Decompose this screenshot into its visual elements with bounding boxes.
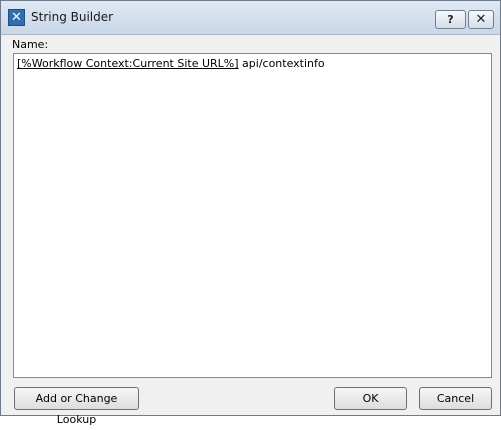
close-button[interactable]: ✕ bbox=[468, 10, 494, 29]
literal-text: api/contextinfo bbox=[238, 57, 325, 70]
lookup-token[interactable]: [%Workflow Context:Current Site URL%] bbox=[17, 57, 239, 70]
string-builder-app-icon: ✕ bbox=[8, 9, 25, 26]
string-builder-dialog: ✕ String Builder ? ✕ Name: [%Workflow Co… bbox=[0, 0, 501, 426]
add-or-change-lookup-button[interactable]: Add or Change Lookup bbox=[14, 387, 139, 426]
window-title: String Builder bbox=[31, 10, 114, 24]
ok-button[interactable]: OK bbox=[334, 387, 407, 410]
cancel-button[interactable]: Cancel bbox=[419, 387, 492, 410]
editor-content: [%Workflow Context:Current Site URL%] ap… bbox=[17, 57, 325, 70]
title-bar: ✕ String Builder ? ✕ bbox=[1, 1, 500, 35]
name-label: Name: bbox=[12, 38, 49, 51]
help-button[interactable]: ? bbox=[435, 10, 466, 29]
string-editor[interactable]: [%Workflow Context:Current Site URL%] ap… bbox=[13, 53, 492, 378]
